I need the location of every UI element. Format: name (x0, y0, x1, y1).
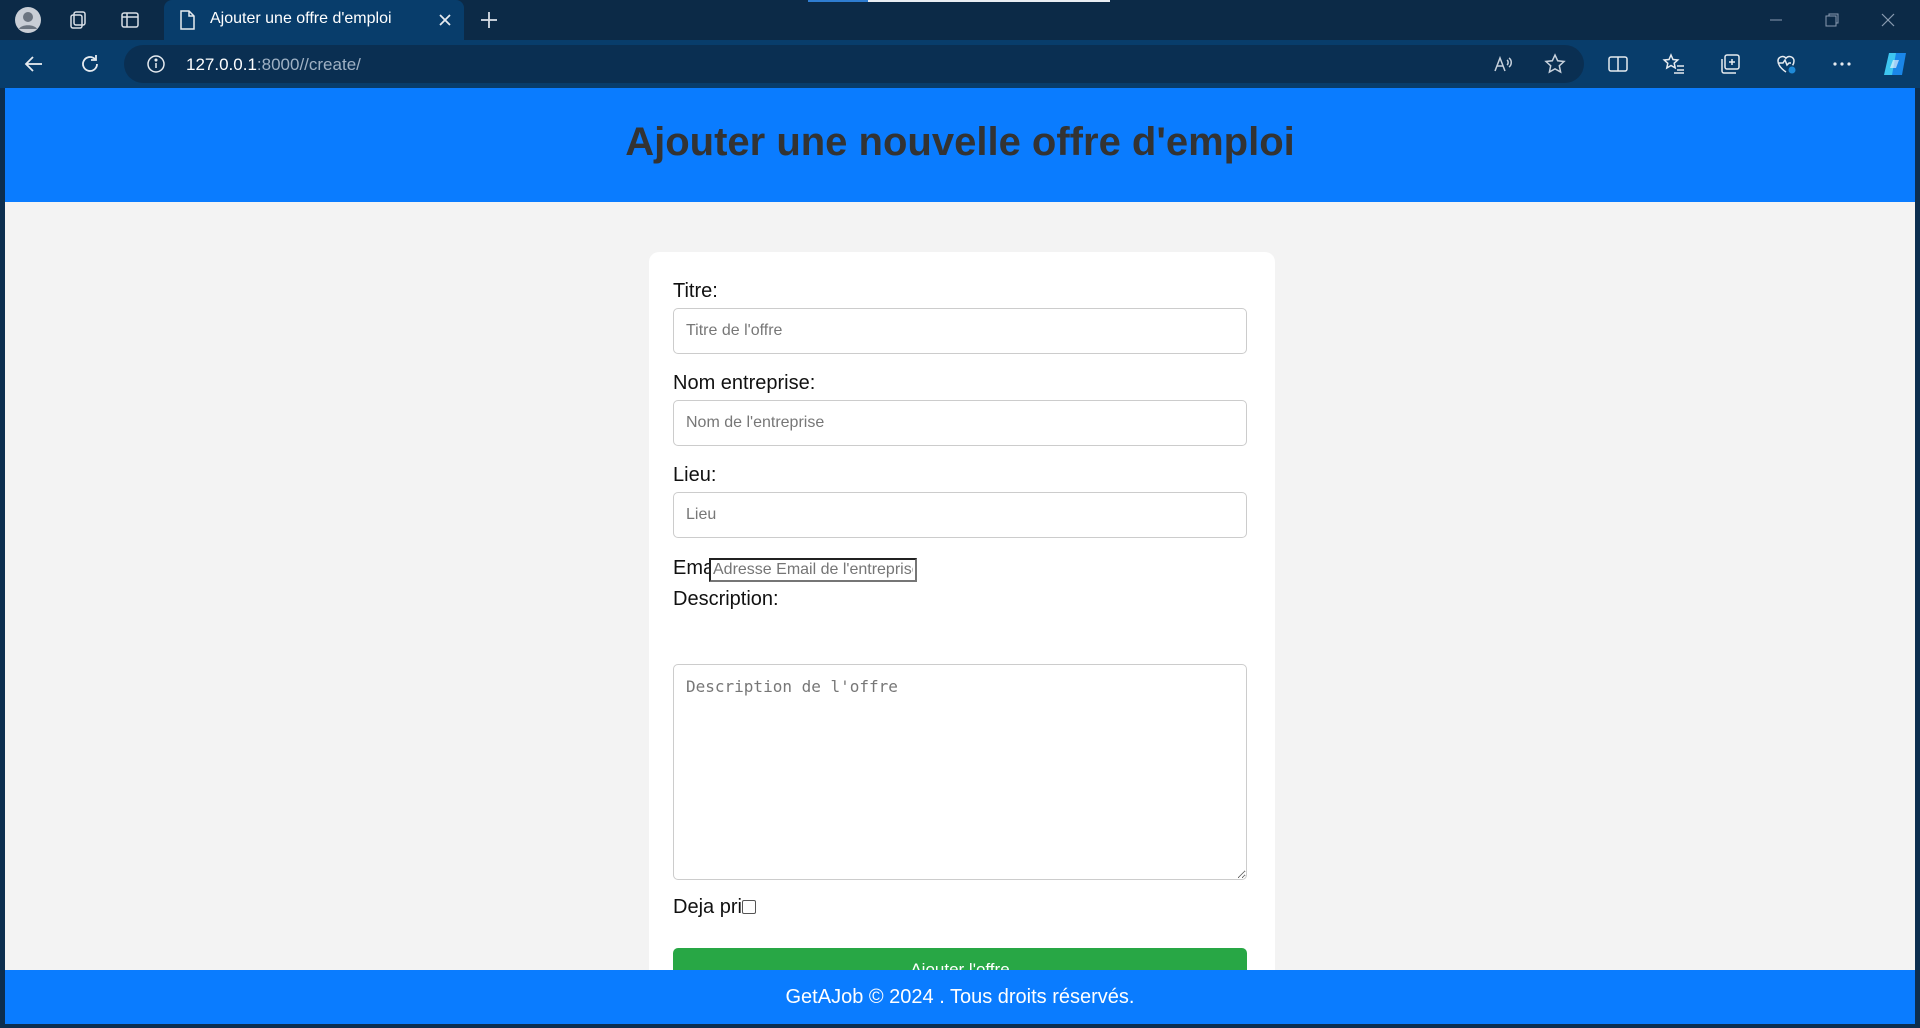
email-input[interactable] (709, 558, 917, 582)
new-tab-icon[interactable] (478, 9, 500, 31)
workspaces-icon[interactable] (66, 8, 90, 32)
tab-strip-accent (808, 0, 868, 2)
read-aloud-icon[interactable] (1492, 53, 1514, 75)
titre-input[interactable] (673, 308, 1247, 354)
split-screen-icon[interactable] (1606, 52, 1630, 76)
active-tab[interactable]: Ajouter une offre d'emploi (164, 0, 464, 40)
refresh-icon[interactable] (78, 52, 102, 76)
url-host: 127.0.0.1 (186, 55, 257, 74)
titre-label: Titre: (673, 280, 718, 302)
close-tab-icon[interactable] (436, 11, 454, 29)
page-header: Ajouter une nouvelle offre d'emploi (5, 88, 1915, 202)
copilot-icon[interactable] (1880, 50, 1910, 78)
page-viewport: Ajouter une nouvelle offre d'emploi Titr… (5, 88, 1915, 1024)
tab-strip-accent (868, 0, 1110, 2)
page-footer: GetAJob © 2024 . Tous droits réservés. (5, 970, 1915, 1024)
url-text[interactable]: 127.0.0.1:8000//create/ (186, 55, 361, 75)
close-window-icon[interactable] (1878, 10, 1898, 30)
lieu-input[interactable] (673, 492, 1247, 538)
site-info-icon[interactable] (146, 54, 166, 74)
minimize-icon[interactable] (1766, 10, 1786, 30)
browser-toolbar: 127.0.0.1:8000//create/ (0, 40, 1920, 88)
page-icon (178, 10, 196, 30)
url-path: :8000//create/ (256, 55, 361, 74)
collections-icon[interactable] (1718, 52, 1742, 76)
page-title: Ajouter une nouvelle offre d'emploi (625, 120, 1295, 164)
deja-pris-checkbox[interactable] (742, 900, 756, 914)
job-offer-form: Titre: Nom entreprise: Lieu: Email: Desc… (649, 252, 1275, 992)
footer-text: GetAJob © 2024 . Tous droits réservés. (785, 986, 1135, 1008)
browser-essentials-icon[interactable] (1774, 52, 1798, 76)
restore-icon[interactable] (1822, 10, 1842, 30)
favorites-list-icon[interactable] (1662, 52, 1686, 76)
profile-avatar-icon[interactable] (14, 6, 42, 34)
vertical-tabs-icon[interactable] (118, 8, 142, 32)
entreprise-input[interactable] (673, 400, 1247, 446)
browser-title-bar: Ajouter une offre d'emploi (0, 0, 1920, 40)
address-bar[interactable]: 127.0.0.1:8000//create/ (124, 45, 1584, 83)
favorite-star-icon[interactable] (1544, 53, 1566, 75)
tab-title: Ajouter une offre d'emploi (210, 10, 392, 27)
description-textarea[interactable] (673, 664, 1247, 880)
description-label: Description: (673, 588, 779, 610)
more-options-icon[interactable] (1830, 52, 1854, 76)
entreprise-label: Nom entreprise: (673, 372, 816, 394)
back-arrow-icon[interactable] (22, 52, 46, 76)
lieu-label: Lieu: (673, 464, 717, 486)
